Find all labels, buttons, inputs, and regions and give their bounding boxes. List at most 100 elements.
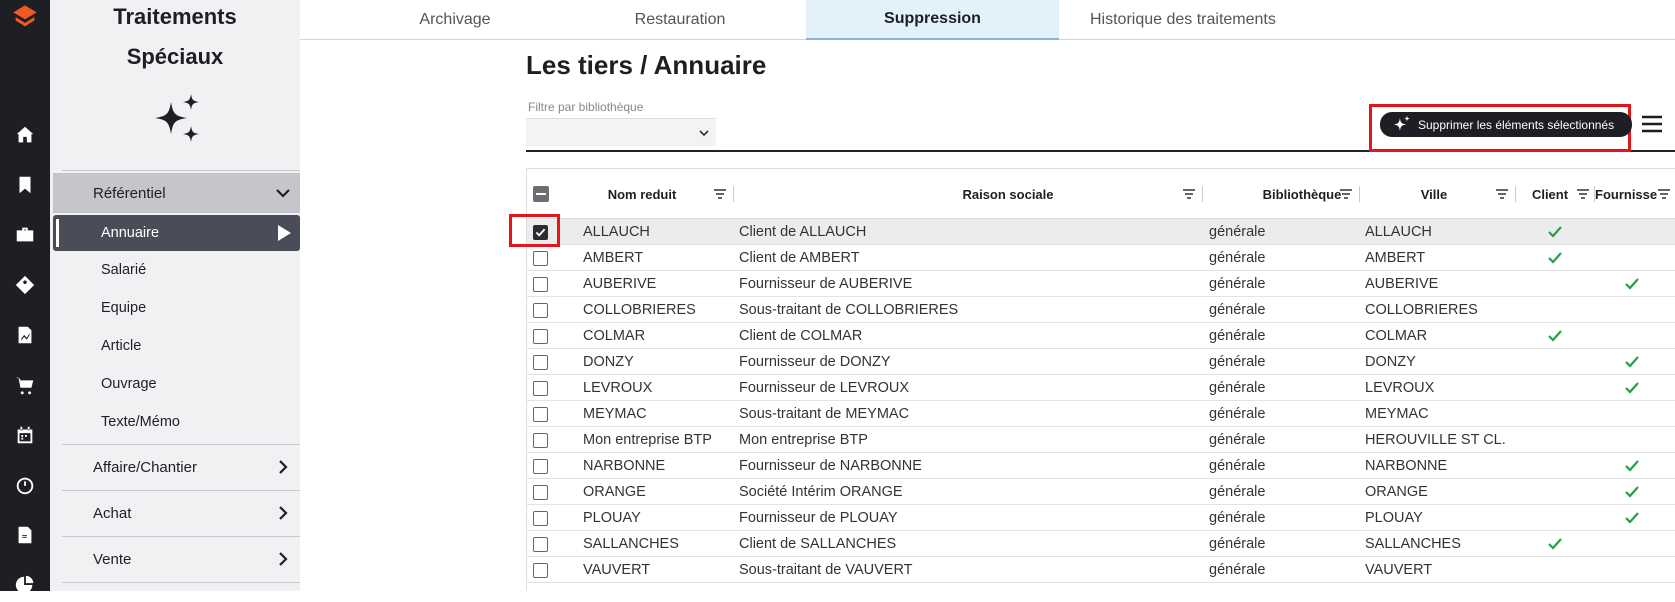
table-row[interactable]: COLLOBRIERES Sous-traitant de COLLOBRIERE…: [527, 297, 1675, 323]
price-tag-icon[interactable]: [8, 268, 42, 302]
table-row[interactable]: AMBERT Client de AMBERT générale AMBERT: [527, 245, 1675, 271]
table-row[interactable]: LEVROUX Fournisseur de LEVROUX générale LEV…: [527, 375, 1675, 401]
sidebar-title-line2: Spéciaux: [126, 44, 224, 69]
filter-icon[interactable]: [1495, 187, 1509, 201]
sidebar-item-ouvrage[interactable]: Ouvrage: [53, 366, 300, 402]
sidebar-divider: [62, 444, 300, 445]
row-checkbox[interactable]: [533, 303, 548, 318]
delete-selected-button[interactable]: Supprimer les éléments sélectionnés: [1380, 112, 1632, 137]
sidebar-item-label: Equipe: [101, 300, 147, 316]
home-icon[interactable]: [8, 118, 42, 152]
cell-raison-sociale: Sous-traitant de MEYMAC: [739, 406, 910, 422]
library-filter-select[interactable]: [526, 118, 716, 146]
sidebar-item-annuaire[interactable]: Annuaire: [53, 215, 300, 251]
cell-ville: ALLAUCH: [1365, 224, 1432, 240]
table-row[interactable]: ORANGE Société Intérim ORANGE générale ORAN…: [527, 479, 1675, 505]
tab-archivage[interactable]: Archivage: [355, 0, 555, 40]
cell-raison-sociale: Société Intérim ORANGE: [739, 484, 903, 500]
row-checkbox[interactable]: [533, 459, 548, 474]
header-raison-sociale[interactable]: Raison sociale: [733, 169, 1283, 219]
cell-ville: HEROUVILLE ST CL...: [1365, 432, 1505, 448]
euro-document-icon[interactable]: [8, 518, 42, 552]
briefcase-icon[interactable]: [8, 218, 42, 252]
row-checkbox[interactable]: [533, 329, 548, 344]
app-logo-icon[interactable]: [6, 0, 44, 34]
header-client[interactable]: Client: [1520, 169, 1580, 219]
filter-icon[interactable]: [1576, 187, 1590, 201]
sidebar-group-label: Vente: [93, 550, 132, 568]
sidebar-item-label: Texte/Mémo: [101, 414, 180, 430]
header-ville[interactable]: Ville: [1359, 169, 1509, 219]
cell-ville: NARBONNE: [1365, 458, 1448, 474]
table-row[interactable]: MEYMAC Sous-traitant de MEYMAC générale MEY…: [527, 401, 1675, 427]
select-all-checkbox[interactable]: [533, 186, 549, 202]
cell-raison-sociale: Client de AMBERT: [739, 250, 860, 266]
row-checkbox[interactable]: [533, 485, 548, 500]
cell-bibliotheque: générale: [1209, 536, 1266, 552]
pie-chart-icon[interactable]: [8, 568, 42, 602]
cell-nom-reduit: AUBERIVE: [583, 276, 657, 292]
fournisseur-check-icon: [1624, 354, 1640, 370]
page-title: Les tiers / Annuaire: [526, 50, 767, 80]
sidebar-group-referentiel[interactable]: Référentiel: [53, 173, 300, 213]
sidebar-item-article[interactable]: Article: [53, 328, 300, 364]
filter-icon[interactable]: [713, 187, 727, 201]
chevron-down-icon: [699, 130, 709, 137]
table-row[interactable]: SALLANCHES Client de SALLANCHES générale SA…: [527, 531, 1675, 557]
cell-bibliotheque: générale: [1209, 562, 1266, 578]
cell-nom-reduit: ORANGE: [583, 484, 646, 500]
sidebar-divider: [62, 490, 300, 491]
table-row[interactable]: Mon entreprise BTP Mon entreprise BTP géné…: [527, 427, 1675, 453]
sidebar-item-texte-memo[interactable]: Texte/Mémo: [53, 404, 300, 440]
cell-nom-reduit: PLOUAY: [583, 510, 641, 526]
filter-icon[interactable]: [1339, 187, 1353, 201]
table-row[interactable]: NARBONNE Fournisseur de NARBONNE générale N…: [527, 453, 1675, 479]
sidebar-item-salarie[interactable]: Salarié: [53, 252, 300, 288]
calendar-icon[interactable]: [8, 418, 42, 452]
row-checkbox[interactable]: [533, 277, 548, 292]
client-check-icon: [1547, 250, 1563, 266]
sparkles-icon: [155, 94, 199, 142]
hamburger-menu-icon[interactable]: [1640, 112, 1664, 136]
bookmark-icon[interactable]: [8, 168, 42, 202]
filter-label: Filtre par bibliothèque: [528, 100, 644, 114]
sidebar-group-affaire-chantier[interactable]: Affaire/Chantier: [53, 447, 300, 487]
table-row[interactable]: AUBERIVE Fournisseur de AUBERIVE générale A…: [527, 271, 1675, 297]
tab-restauration[interactable]: Restauration: [580, 0, 780, 40]
document-chart-icon[interactable]: [8, 318, 42, 352]
cell-nom-reduit: COLLOBRIERES: [583, 302, 696, 318]
filter-icon[interactable]: [1657, 187, 1671, 201]
table-row[interactable]: VAUVERT Sous-traitant de VAUVERT générale V…: [527, 557, 1675, 583]
row-checkbox[interactable]: [533, 537, 548, 552]
cell-raison-sociale: Client de COLMAR: [739, 328, 863, 344]
row-checkbox[interactable]: [533, 407, 548, 422]
sidebar-item-equipe[interactable]: Equipe: [53, 290, 300, 326]
filter-icon[interactable]: [1182, 187, 1196, 201]
column-separator[interactable]: [1515, 186, 1516, 202]
timer-icon[interactable]: [8, 468, 42, 502]
table-row[interactable]: DONZY Fournisseur de DONZY générale DONZY: [527, 349, 1675, 375]
row-checkbox[interactable]: [533, 381, 548, 396]
tab-historique[interactable]: Historique des traitements: [1075, 0, 1375, 40]
sidebar-group-label: Achat: [93, 504, 132, 522]
cell-nom-reduit: DONZY: [583, 354, 634, 370]
row-checkbox[interactable]: [533, 355, 548, 370]
fournisseur-check-icon: [1624, 380, 1640, 396]
row-checkbox[interactable]: [533, 251, 548, 266]
row-checkbox[interactable]: [533, 433, 548, 448]
sidebar-group-achat[interactable]: Achat: [53, 493, 300, 533]
header-fournisseur[interactable]: Fournisseur: [1595, 169, 1657, 219]
cell-raison-sociale: Mon entreprise BTP: [739, 432, 868, 448]
row-checkbox[interactable]: [533, 511, 548, 526]
cart-icon[interactable]: [8, 368, 42, 402]
row-checkbox[interactable]: [533, 563, 548, 578]
tab-suppression[interactable]: Suppression: [806, 0, 1059, 40]
table-row[interactable]: COLMAR Client de COLMAR générale COLMAR: [527, 323, 1675, 349]
sidebar-group-vente[interactable]: Vente: [53, 539, 300, 579]
cell-nom-reduit: LEVROUX: [583, 380, 653, 396]
table-row[interactable]: ALLAUCH Client de ALLAUCH générale ALLAUCH: [527, 219, 1675, 245]
cell-ville: DONZY: [1365, 354, 1416, 370]
table-row[interactable]: PLOUAY Fournisseur de PLOUAY générale PLOUA…: [527, 505, 1675, 531]
header-nom-reduit[interactable]: Nom reduit: [587, 169, 697, 219]
sidebar-divider: [62, 170, 300, 171]
